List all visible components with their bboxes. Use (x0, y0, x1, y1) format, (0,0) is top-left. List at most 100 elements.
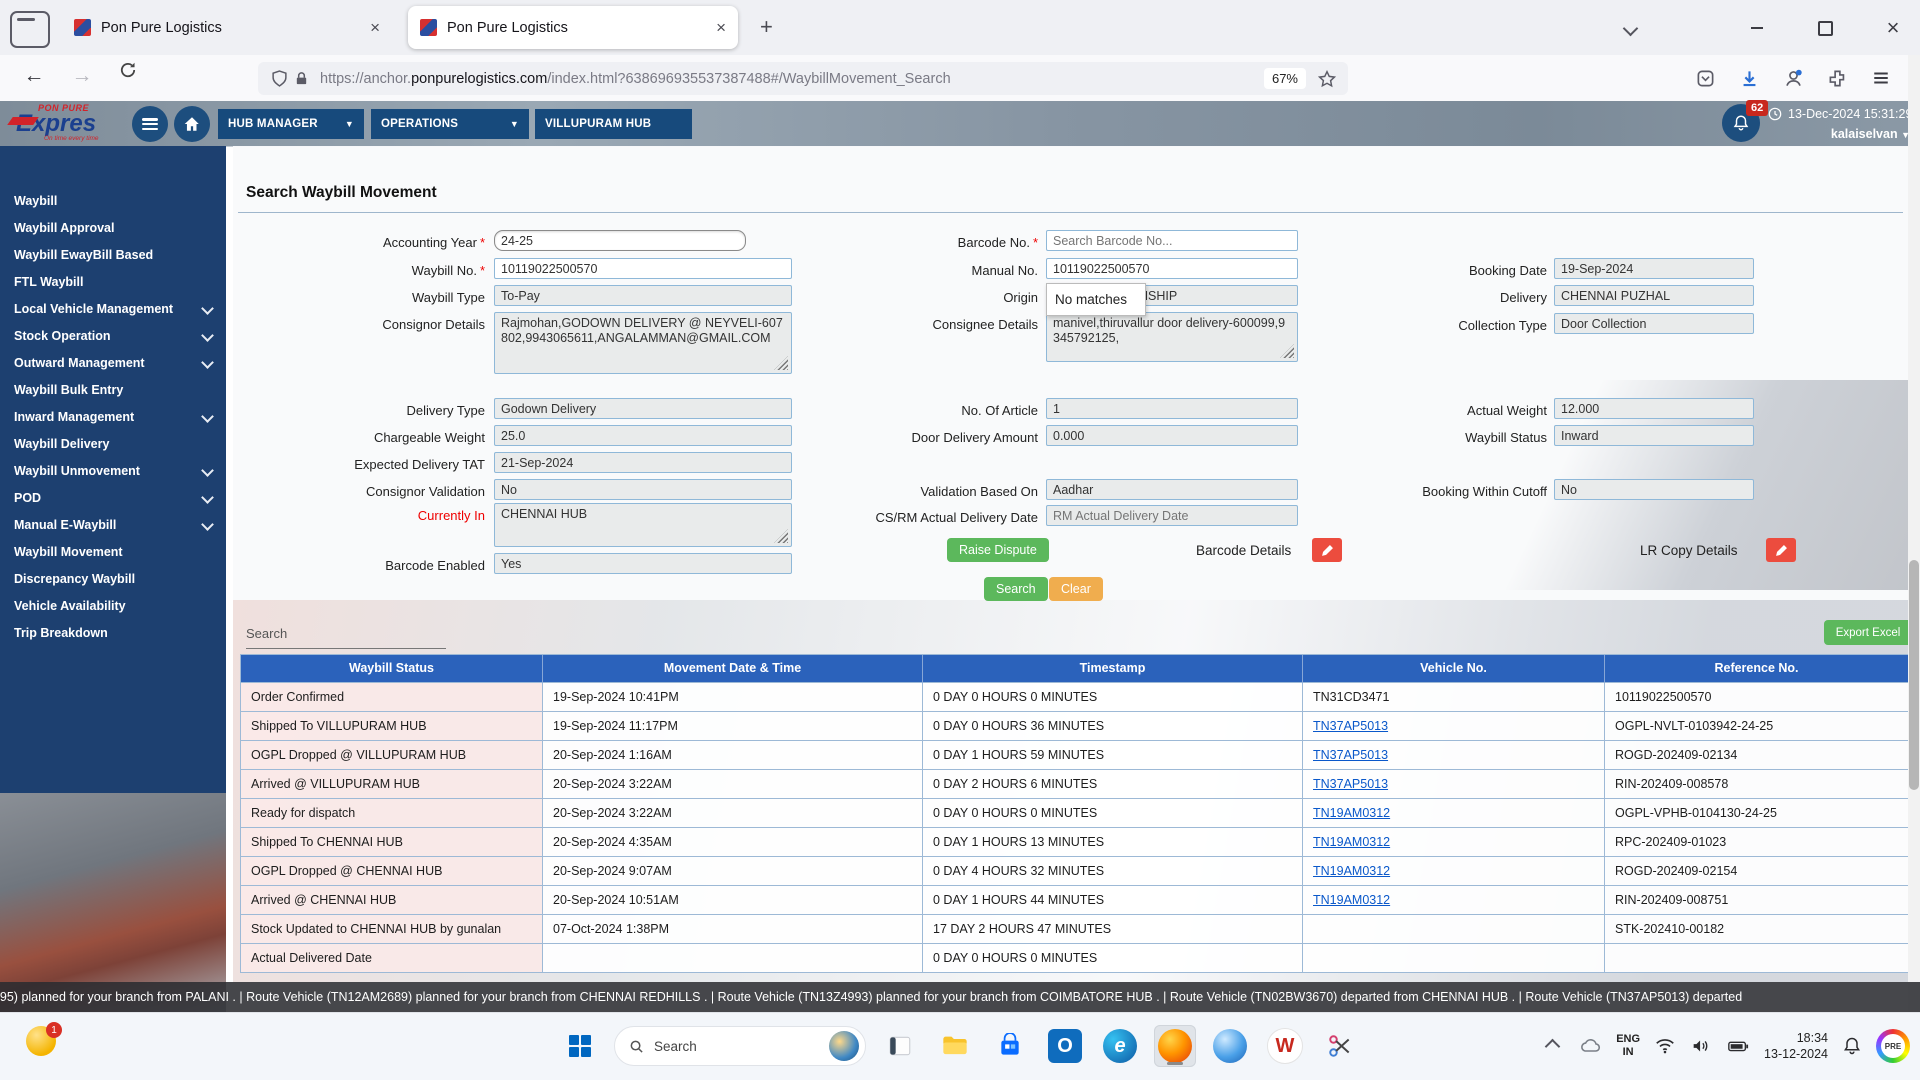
taskbar-clock[interactable]: 18:3413-12-2024 (1764, 1030, 1828, 1062)
sidebar-item-waybill-unmovement[interactable]: Waybill Unmovement (0, 458, 226, 485)
sidebar-item-waybill-approval[interactable]: Waybill Approval (0, 215, 226, 242)
back-button[interactable]: ← (18, 64, 50, 88)
cs-rm-actual-delivery-date-input[interactable] (1046, 505, 1298, 526)
search-button[interactable]: Search (984, 577, 1048, 601)
sidebar-item-vehicle-availability[interactable]: Vehicle Availability (0, 593, 226, 620)
scrollbar-track[interactable] (1908, 55, 1920, 1012)
sidebar-item-waybill-ewaybill-based[interactable]: Waybill EwayBill Based (0, 242, 226, 269)
downloads-icon[interactable] (1738, 67, 1760, 89)
consignee-details-textarea[interactable] (1046, 312, 1298, 362)
bookmark-star-icon[interactable] (1316, 68, 1338, 90)
new-tab-button[interactable]: + (760, 14, 773, 40)
consignor-validation-input[interactable] (494, 479, 792, 500)
barcode-no-input[interactable] (1046, 230, 1298, 251)
hub-selector[interactable]: VILLUPURAM HUB (535, 109, 692, 139)
wps-office-button[interactable]: W (1264, 1025, 1306, 1067)
microsoft-store-button[interactable] (989, 1025, 1031, 1067)
waybill-type-input[interactable] (494, 285, 792, 306)
barcode-details-edit-button[interactable] (1312, 538, 1342, 562)
snipping-tool-button[interactable] (1319, 1025, 1361, 1067)
tab-close-icon[interactable]: × (370, 18, 380, 38)
taskbar-search[interactable]: Search (614, 1026, 866, 1066)
tray-expand-button[interactable] (1540, 1025, 1564, 1067)
waybill-status-input[interactable] (1554, 425, 1754, 446)
firefox-view-icon[interactable] (10, 11, 50, 48)
user-menu[interactable]: kalaiselvan ▼ (1760, 127, 1910, 141)
search-highlight-image[interactable] (829, 1031, 859, 1061)
list-tabs-icon[interactable] (1615, 16, 1645, 40)
speaker-icon[interactable] (1690, 1035, 1712, 1057)
sidebar-item-trip-breakdown[interactable]: Trip Breakdown (0, 620, 226, 647)
consignor-details-textarea[interactable] (494, 312, 792, 374)
vehicle-link[interactable]: TN19AM0312 (1313, 893, 1390, 907)
lock-icon[interactable] (290, 68, 312, 90)
lr-copy-details-edit-button[interactable] (1766, 538, 1796, 562)
sidebar-item-inward-management[interactable]: Inward Management (0, 404, 226, 431)
pocket-icon[interactable] (1694, 67, 1716, 89)
taskbar-notification-app[interactable]: 1 (26, 1026, 66, 1066)
vehicle-link[interactable]: TN37AP5013 (1313, 719, 1388, 733)
raise-dispute-button[interactable]: Raise Dispute (947, 538, 1049, 562)
no-of-article-input[interactable] (1046, 398, 1298, 419)
vehicle-link[interactable]: TN19AM0312 (1313, 835, 1390, 849)
battery-icon[interactable] (1726, 1035, 1750, 1057)
window-minimize-button[interactable] (1742, 16, 1772, 40)
tracking-shield-icon[interactable] (268, 68, 290, 90)
window-maximize-button[interactable] (1810, 16, 1840, 40)
actual-weight-input[interactable] (1554, 398, 1754, 419)
export-excel-button[interactable]: Export Excel (1824, 620, 1912, 645)
browser-sphere-button[interactable] (1209, 1025, 1251, 1067)
sidebar-item-waybill-movement[interactable]: Waybill Movement (0, 539, 226, 566)
browser-tab-1[interactable]: Pon Pure Logistics × (62, 6, 392, 49)
sidebar-item-manual-e-waybill[interactable]: Manual E-Waybill (0, 512, 226, 539)
account-icon[interactable] (1782, 67, 1804, 89)
table-search-input[interactable] (246, 628, 446, 649)
menu-icon[interactable] (1870, 67, 1892, 89)
accounting-year-input[interactable] (494, 230, 746, 251)
vehicle-link[interactable]: TN37AP5013 (1313, 748, 1388, 762)
menu-toggle-button[interactable] (132, 106, 168, 142)
booking-within-cutoff-input[interactable] (1554, 479, 1754, 500)
sidebar-item-ftl-waybill[interactable]: FTL Waybill (0, 269, 226, 296)
sidebar-item-waybill-bulk-entry[interactable]: Waybill Bulk Entry (0, 377, 226, 404)
wifi-icon[interactable] (1654, 1035, 1676, 1057)
window-close-button[interactable]: × (1878, 16, 1908, 40)
outlook-button[interactable]: O (1044, 1025, 1086, 1067)
validation-based-on-input[interactable] (1046, 479, 1298, 500)
expected-delivery-tat-input[interactable] (494, 452, 792, 473)
waybill-no-input[interactable] (494, 258, 792, 279)
file-explorer-button[interactable] (934, 1025, 976, 1067)
booking-date-input[interactable] (1554, 258, 1754, 279)
sidebar-item-stock-operation[interactable]: Stock Operation (0, 323, 226, 350)
clear-button[interactable]: Clear (1049, 577, 1103, 601)
url-bar[interactable]: https://anchor.ponpurelogistics.com/inde… (258, 62, 1348, 95)
barcode-enabled-input[interactable] (494, 553, 792, 574)
browser-tab-2-active[interactable]: Pon Pure Logistics × (408, 6, 738, 49)
pre-app-button[interactable]: PRE (1876, 1029, 1910, 1063)
delivery-type-input[interactable] (494, 398, 792, 419)
vehicle-link[interactable]: TN19AM0312 (1313, 864, 1390, 878)
door-delivery-amount-input[interactable] (1046, 425, 1298, 446)
reload-button[interactable] (112, 61, 144, 85)
sidebar-item-local-vehicle-management[interactable]: Local Vehicle Management (0, 296, 226, 323)
vehicle-link[interactable]: TN19AM0312 (1313, 806, 1390, 820)
extensions-icon[interactable] (1826, 67, 1848, 89)
sidebar-item-discrepancy-waybill[interactable]: Discrepancy Waybill (0, 566, 226, 593)
tray-bell-icon[interactable] (1842, 1036, 1862, 1056)
sidebar-item-waybill[interactable]: Waybill (0, 188, 226, 215)
sidebar-item-pod[interactable]: POD (0, 485, 226, 512)
zoom-level-badge[interactable]: 67% (1264, 68, 1306, 89)
sidebar-item-outward-management[interactable]: Outward Management (0, 350, 226, 377)
manual-no-input[interactable] (1046, 258, 1298, 279)
sidebar-item-waybill-delivery[interactable]: Waybill Delivery (0, 431, 226, 458)
module-dropdown[interactable]: OPERATIONS ▼ (371, 109, 529, 139)
start-button[interactable] (559, 1025, 601, 1067)
home-button[interactable] (174, 106, 210, 142)
delivery-input[interactable] (1554, 285, 1754, 306)
onedrive-cloud-icon[interactable] (1578, 1034, 1602, 1058)
currently-in-textarea[interactable] (494, 503, 792, 547)
chargeable-weight-input[interactable] (494, 425, 792, 446)
collection-type-input[interactable] (1554, 313, 1754, 334)
role-dropdown[interactable]: HUB MANAGER ▼ (218, 109, 364, 139)
scrollbar-thumb[interactable] (1909, 560, 1919, 790)
